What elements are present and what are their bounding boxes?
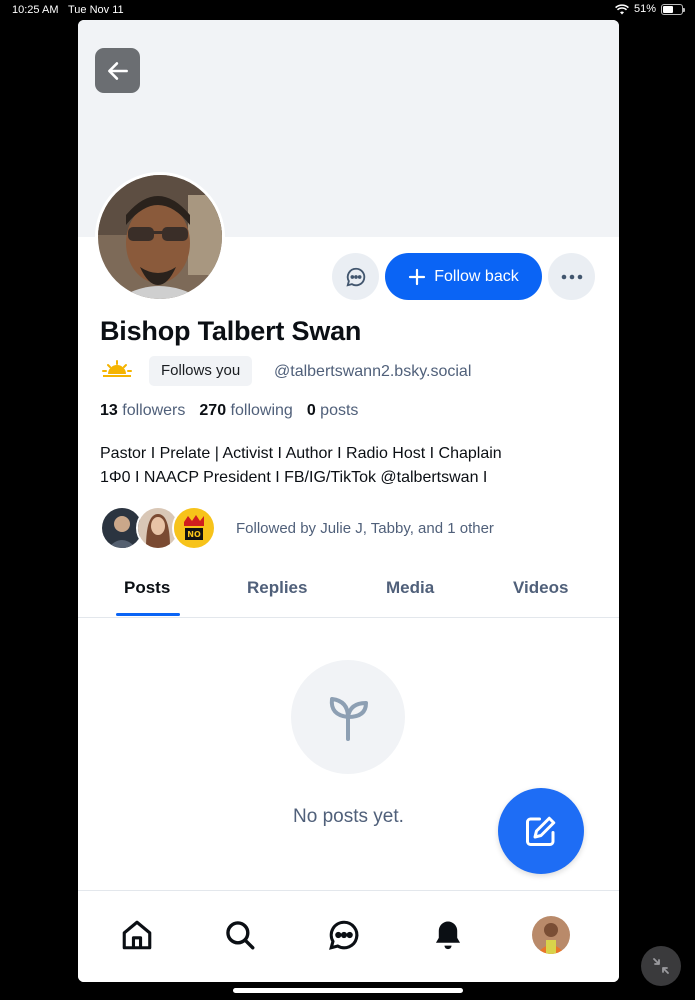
following-stat[interactable]: 270 following	[199, 402, 292, 420]
bio-line-2: 1Φ0 I NAACP President I FB/IG/TikTok @ta…	[100, 469, 488, 486]
followers-stat[interactable]: 13 followers	[100, 402, 185, 420]
self-avatar	[532, 916, 570, 954]
status-right: 51%	[615, 3, 685, 15]
plus-icon	[409, 268, 426, 285]
home-icon	[122, 920, 152, 950]
status-time: 10:25 AM	[12, 4, 59, 16]
ellipsis-icon	[561, 274, 582, 279]
battery-percent: 51%	[633, 3, 656, 15]
tab-media[interactable]: Media	[386, 578, 434, 598]
status-bar: 10:25 AM Tue Nov 11 51%	[0, 0, 695, 20]
bottom-nav	[78, 890, 619, 982]
avatar-photo	[98, 175, 222, 299]
arrow-left-icon	[107, 61, 128, 80]
nav-profile[interactable]	[531, 915, 571, 955]
collapse-arrows-icon	[653, 958, 669, 974]
follows-you-badge: Follows you	[149, 356, 253, 386]
status-date: Tue Nov 11	[68, 4, 124, 16]
tab-posts[interactable]: Posts	[124, 578, 170, 598]
profile-bio: Pastor I Prelate | Activist I Author I R…	[100, 442, 600, 490]
sprout-icon	[329, 697, 368, 741]
wifi-icon	[615, 3, 629, 14]
nav-chat[interactable]	[324, 915, 364, 955]
nav-home[interactable]	[117, 915, 157, 955]
nav-notifications[interactable]	[428, 915, 468, 955]
message-button[interactable]	[332, 253, 379, 300]
nav-search[interactable]	[220, 915, 260, 955]
more-options-button[interactable]	[548, 253, 595, 300]
sunrise-emoji-icon	[102, 360, 132, 385]
follower-avatar-3: NO	[172, 506, 216, 550]
profile-tabs: Posts Replies Media Videos	[78, 566, 619, 618]
posts-stat: 0 posts	[306, 402, 359, 419]
tab-videos[interactable]: Videos	[513, 578, 568, 598]
tab-replies[interactable]: Replies	[247, 578, 307, 598]
svg-text:NO: NO	[187, 530, 201, 539]
compose-post-button[interactable]	[498, 788, 584, 874]
chat-bubble-icon	[345, 267, 365, 287]
home-indicator	[233, 988, 463, 993]
follow-back-button[interactable]: Follow back	[385, 253, 542, 300]
minimize-button[interactable]	[641, 946, 681, 986]
chat-icon	[329, 920, 359, 950]
bell-icon	[435, 921, 461, 950]
profile-screen: Follow back Bishop Talbert Swan Follows …	[78, 20, 619, 982]
bio-line-1: Pastor I Prelate | Activist I Author I R…	[100, 445, 502, 462]
follow-back-label: Follow back	[434, 267, 519, 285]
profile-handle: @talbertswann2.bsky.social	[274, 363, 472, 380]
back-button[interactable]	[95, 48, 140, 93]
search-icon	[226, 921, 255, 950]
empty-state-illustration	[291, 660, 405, 774]
display-name: Bishop Talbert Swan	[100, 316, 362, 346]
known-followers[interactable]: NO Followed by Julie J, Tabby, and 1 oth…	[100, 506, 494, 550]
followed-by-text: Followed by Julie J, Tabby, and 1 other	[236, 519, 494, 537]
compose-icon	[526, 816, 556, 846]
profile-stats: 13 followers 270 following 0 posts	[100, 402, 358, 420]
battery-icon	[661, 3, 685, 15]
active-tab-indicator	[116, 613, 180, 616]
profile-avatar[interactable]	[95, 172, 225, 302]
